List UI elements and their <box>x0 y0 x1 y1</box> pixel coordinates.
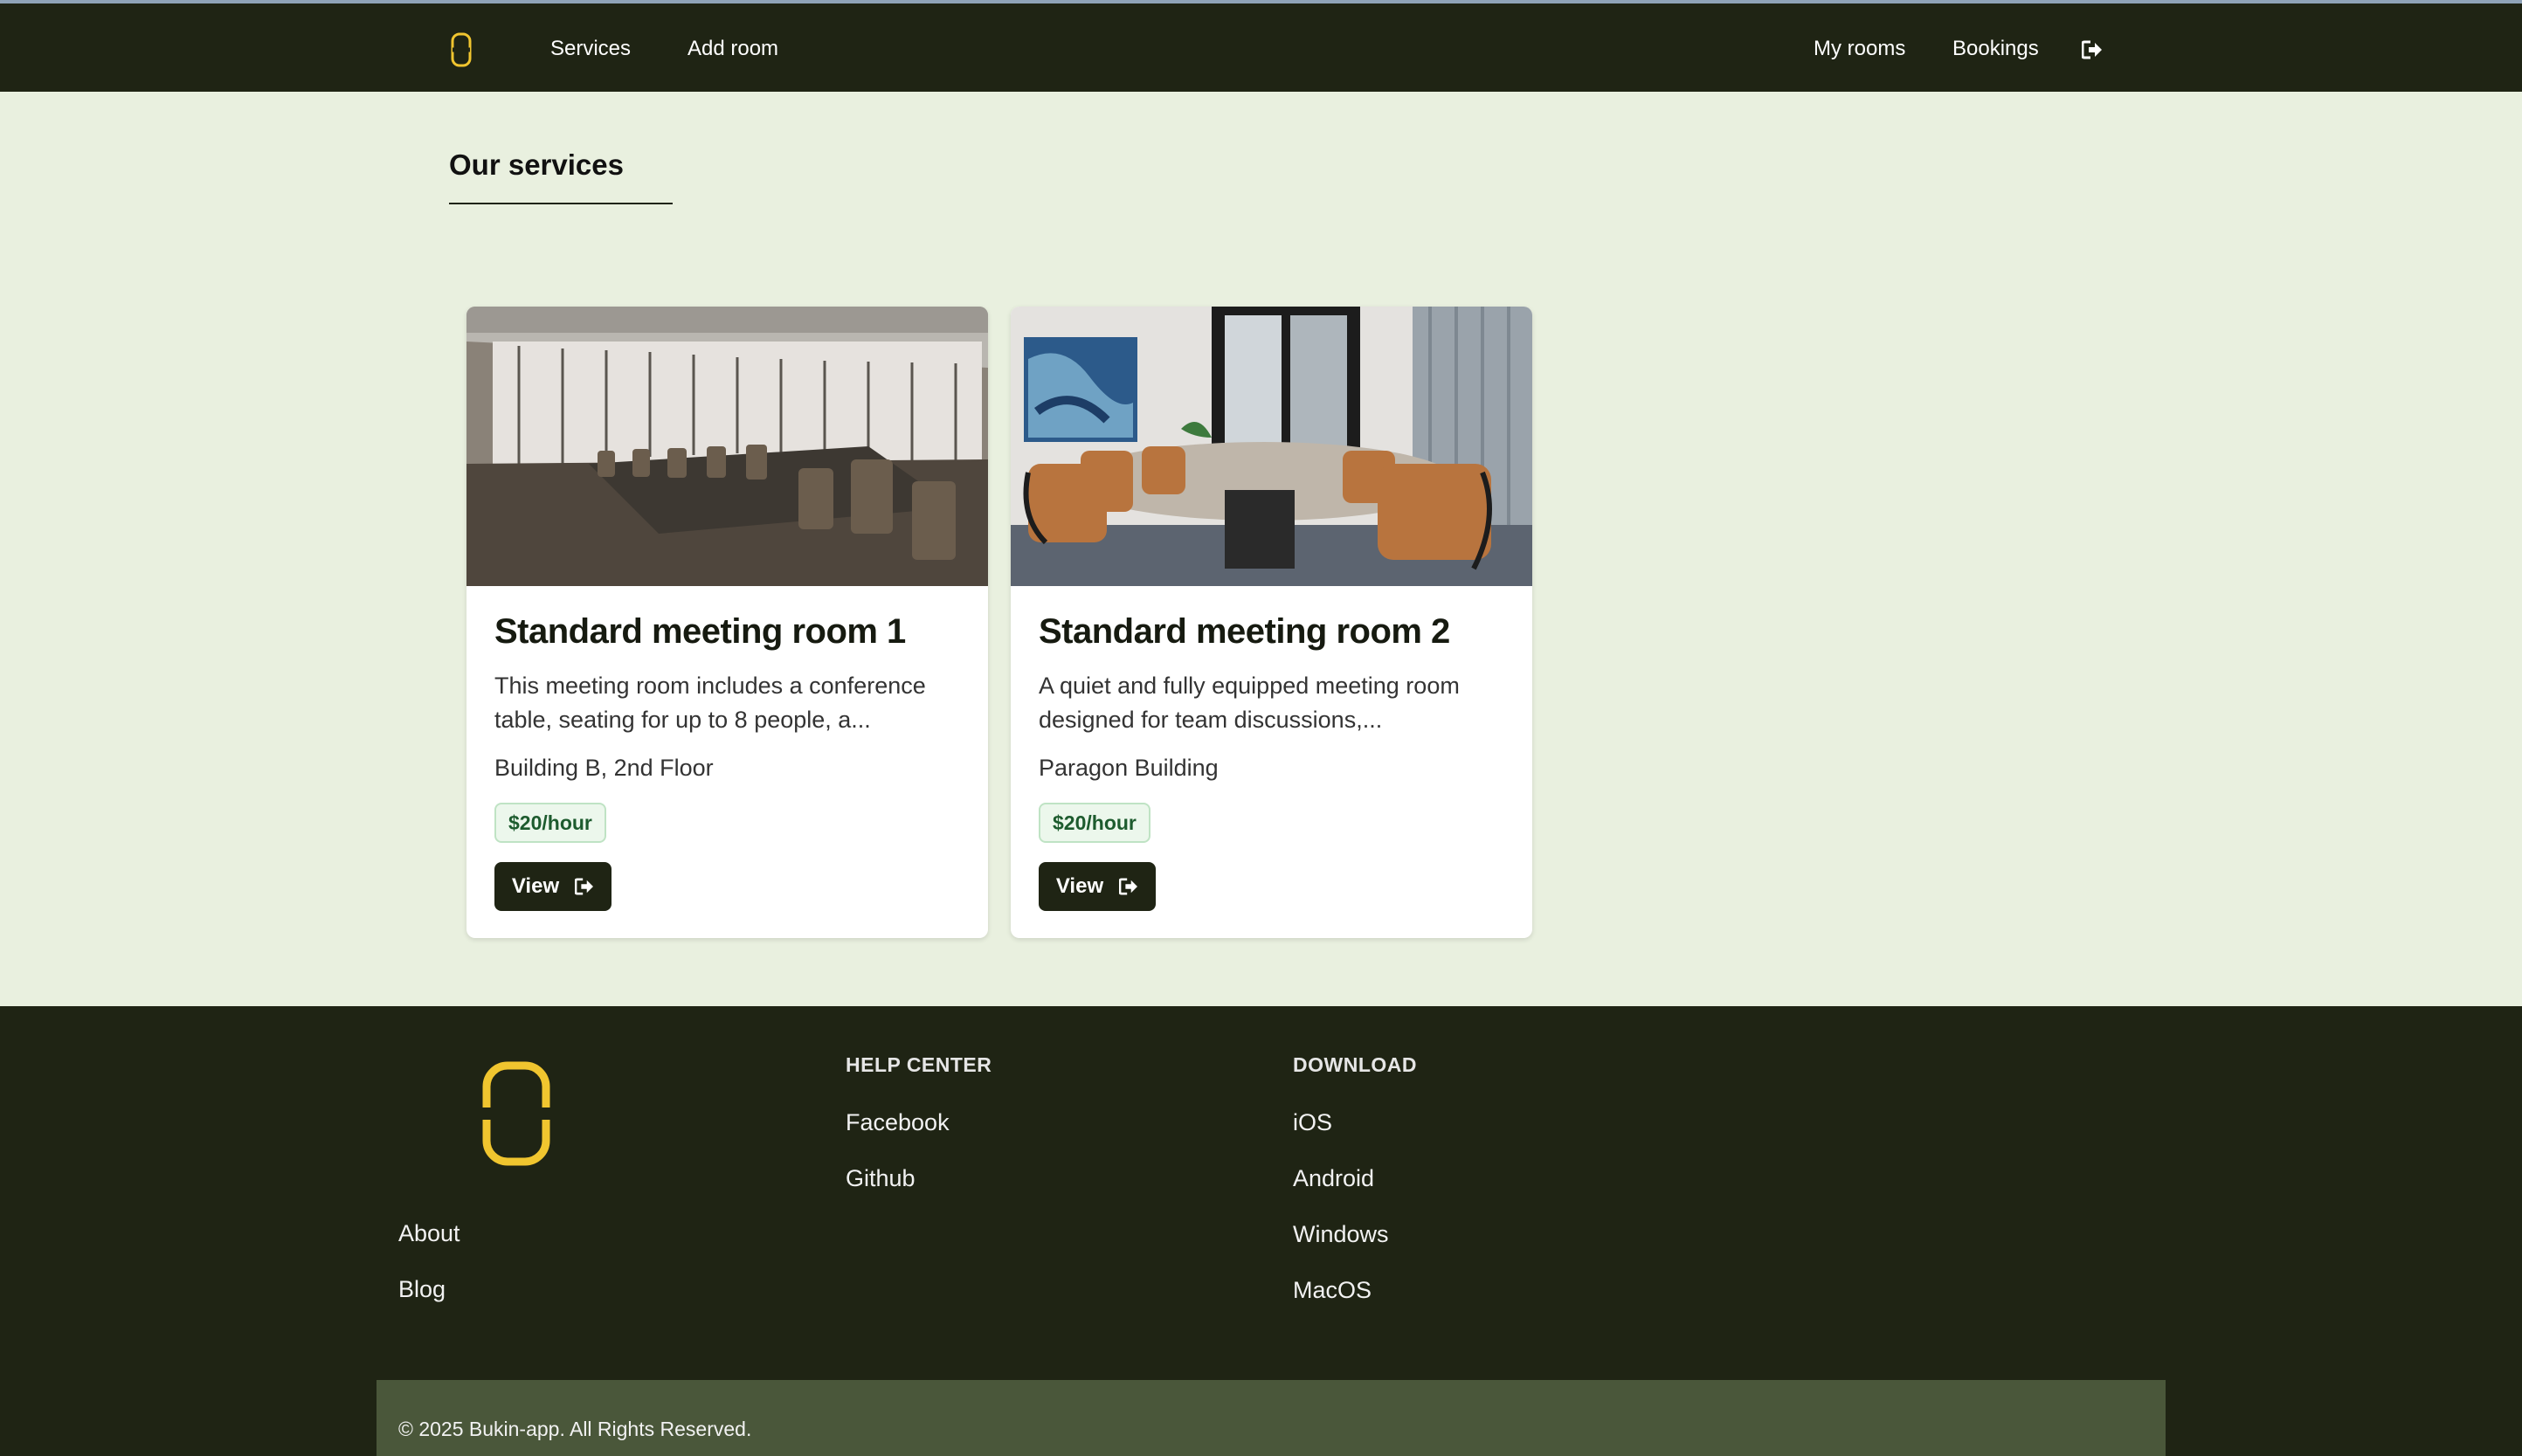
room-description: This meeting room includes a conference … <box>494 673 926 733</box>
view-button-label: View <box>511 874 560 898</box>
title-underline <box>449 203 673 204</box>
view-room-button[interactable]: View <box>494 862 611 911</box>
footer-android-link[interactable]: Android <box>1293 1164 1374 1192</box>
room-title: Standard meeting room 2 <box>1039 612 1450 651</box>
sign-out-icon[interactable] <box>2082 40 2103 59</box>
room-description: A quiet and fully equipped meeting room … <box>1039 673 1460 733</box>
room-card: Standard meeting room 1 This meeting roo… <box>466 307 988 938</box>
room-location: Building B, 2nd Floor <box>494 755 714 781</box>
nav-bookings-link[interactable]: Bookings <box>1952 37 2039 61</box>
footer-ios-link[interactable]: iOS <box>1293 1108 1332 1136</box>
bukin-logo-icon[interactable] <box>451 32 472 67</box>
price-badge: $20/hour <box>1039 803 1150 843</box>
price-badge: $20/hour <box>494 803 606 843</box>
sign-out-icon <box>1119 878 1138 895</box>
room-photo <box>466 307 988 586</box>
footer-bottom-bar: © 2025 Bukin-app. All Rights Reserved. <box>377 1380 2166 1456</box>
sign-out-icon <box>575 878 594 895</box>
footer-github-link[interactable]: Github <box>846 1164 916 1192</box>
footer-macos-link[interactable]: MacOS <box>1293 1276 1372 1304</box>
copyright-text: © 2025 Bukin-app. All Rights Reserved. <box>398 1418 752 1440</box>
view-button-label: View <box>1055 874 1104 898</box>
view-room-button[interactable]: View <box>1039 862 1156 911</box>
download-heading: DOWNLOAD <box>1293 1053 1417 1076</box>
room-card: Standard meeting room 2 A quiet and full… <box>1011 307 1532 938</box>
help-center-heading: HELP CENTER <box>846 1053 992 1076</box>
footer-about-link[interactable]: About <box>398 1219 460 1247</box>
nav-services-link[interactable]: Services <box>550 37 631 61</box>
room-photo <box>1011 307 1532 586</box>
bukin-logo-icon[interactable] <box>482 1061 550 1166</box>
room-location: Paragon Building <box>1039 755 1219 781</box>
footer-blog-link[interactable]: Blog <box>398 1275 446 1303</box>
footer: About Blog HELP CENTER Facebook Github D… <box>0 1006 2522 1456</box>
nav-add-room-link[interactable]: Add room <box>688 37 778 61</box>
room-title: Standard meeting room 1 <box>494 612 906 651</box>
nav-my-rooms-link[interactable]: My rooms <box>1814 37 1905 61</box>
page-title: Our services <box>449 148 624 181</box>
footer-facebook-link[interactable]: Facebook <box>846 1108 950 1136</box>
footer-windows-link[interactable]: Windows <box>1293 1220 1389 1248</box>
top-navbar: Services Add room My rooms Bookings <box>0 0 2522 92</box>
